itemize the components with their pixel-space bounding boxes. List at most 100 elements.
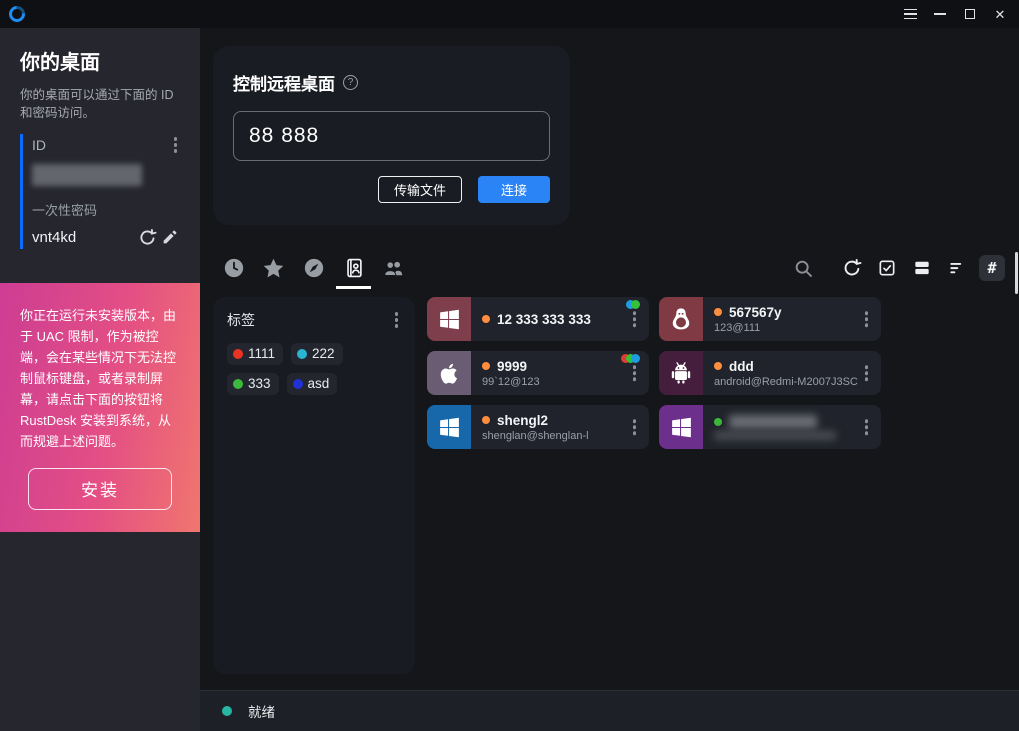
tab-address-book[interactable]: [342, 257, 365, 280]
remote-control-title: 控制远程桌面: [233, 70, 335, 95]
remote-control-card: 控制远程桌面 ? 88 888 传输文件 连接: [213, 46, 570, 225]
refresh-password-button[interactable]: [136, 227, 158, 249]
search-icon: [793, 258, 814, 279]
clock-icon: [223, 257, 245, 279]
transfer-file-button[interactable]: 传输文件: [378, 176, 462, 203]
rustdesk-window: ✕ 你的桌面 你的桌面可以通过下面的 ID 和密码访问。 ID 一次性密码 vn…: [0, 0, 1019, 731]
windows-logo-icon: [427, 405, 471, 449]
grid-view-button[interactable]: #: [979, 255, 1005, 281]
id-label: ID: [32, 137, 46, 153]
tag-chip[interactable]: asd: [287, 373, 338, 395]
sidebar-subtitle: 你的桌面可以通过下面的 ID 和密码访问。: [20, 87, 180, 122]
peer-card[interactable]: ddd android@Redmi-M2007J3SC: [659, 351, 881, 395]
hamburger-icon: [904, 9, 917, 20]
peers-grid: 12 333 333 333: [427, 297, 1006, 674]
sort-button[interactable]: [944, 255, 970, 281]
online-status-dot: [714, 362, 722, 370]
help-icon[interactable]: ?: [343, 75, 358, 90]
tag-color-dot: [293, 379, 303, 389]
peer-name-redacted: [729, 415, 817, 429]
tags-title: 标签: [227, 310, 255, 330]
minimize-icon: [934, 13, 946, 15]
android-robot-icon: [659, 351, 703, 395]
connection-status-dot: [222, 706, 232, 716]
install-button[interactable]: 安装: [28, 468, 172, 510]
peer-menu-button[interactable]: [862, 416, 872, 438]
password-label: 一次性密码: [32, 200, 180, 219]
tag-chip[interactable]: 222: [291, 343, 343, 365]
tag-color-dot: [233, 349, 243, 359]
peer-menu-button[interactable]: [630, 308, 640, 330]
menu-button[interactable]: [895, 0, 925, 28]
select-peers-button[interactable]: [874, 255, 900, 281]
tab-group[interactable]: [382, 257, 405, 280]
tag-chip[interactable]: 333: [227, 373, 279, 395]
connection-status-text: 就绪: [248, 701, 275, 721]
peer-card[interactable]: 9999 99`12@123: [427, 351, 649, 395]
windows-logo-icon: [427, 297, 471, 341]
edit-password-button[interactable]: [158, 227, 180, 249]
peer-card[interactable]: 12 333 333 333: [427, 297, 649, 341]
maximize-icon: [965, 9, 975, 19]
apple-logo-icon: [427, 351, 471, 395]
peer-menu-button[interactable]: [862, 362, 872, 384]
remote-id-input[interactable]: 88 888: [233, 111, 550, 161]
local-id-redacted: [32, 164, 142, 186]
scrollbar-thumb[interactable]: [1015, 252, 1018, 294]
online-status-dot: [714, 308, 722, 316]
sidebar: 你的桌面 你的桌面可以通过下面的 ID 和密码访问。 ID 一次性密码 vnt4…: [0, 28, 200, 731]
card-view-icon: [912, 258, 932, 278]
online-status-dot: [714, 418, 722, 426]
tags-menu-button[interactable]: [392, 309, 402, 331]
sidebar-title: 你的桌面: [20, 46, 180, 75]
connect-button[interactable]: 连接: [478, 176, 550, 203]
tag-color-dot: [233, 379, 243, 389]
tags-panel: 标签 1111 222 3: [213, 297, 415, 674]
search-button[interactable]: [790, 255, 816, 281]
pencil-icon: [161, 229, 178, 246]
compass-icon: [303, 257, 325, 279]
address-book-panel: 标签 1111 222 3: [213, 297, 1006, 674]
peer-subtitle-redacted: [714, 431, 836, 440]
tab-favorites[interactable]: [262, 257, 285, 280]
address-book-icon: [343, 257, 365, 279]
close-button[interactable]: ✕: [985, 0, 1015, 28]
rustdesk-logo-icon: [6, 3, 29, 26]
minimize-button[interactable]: [925, 0, 955, 28]
peer-card[interactable]: [659, 405, 881, 449]
online-status-dot: [482, 362, 490, 370]
linux-tux-icon: [659, 297, 703, 341]
peer-menu-button[interactable]: [630, 362, 640, 384]
sort-icon: [947, 258, 967, 278]
online-status-dot: [482, 416, 490, 424]
peer-menu-button[interactable]: [862, 308, 872, 330]
id-menu-button[interactable]: [171, 134, 181, 156]
remote-id-value: 88 888: [249, 124, 319, 148]
star-icon: [262, 257, 285, 280]
group-icon: [382, 256, 405, 280]
install-warning-banner: 你正在运行未安装版本，由于 UAC 限制，作为被控端，会在某些情况下无法控制鼠标…: [0, 283, 200, 532]
refresh-peers-button[interactable]: [839, 255, 865, 281]
close-icon: ✕: [995, 8, 1006, 21]
checkbox-icon: [877, 258, 897, 278]
one-time-password: vnt4kd: [32, 229, 136, 246]
peer-tabbar: #: [222, 251, 1005, 285]
refresh-icon: [138, 228, 157, 247]
refresh-icon: [842, 258, 862, 278]
peer-card[interactable]: 567567y 123@111: [659, 297, 881, 341]
windows-logo-icon: [659, 405, 703, 449]
main-area: 控制远程桌面 ? 88 888 传输文件 连接: [200, 28, 1019, 731]
status-bar: 就绪: [200, 690, 1019, 731]
grid-view-icon: #: [987, 259, 996, 277]
local-id-block: ID 一次性密码 vnt4kd: [20, 134, 180, 249]
peer-card[interactable]: shengl2 shenglan@shenglan-l: [427, 405, 649, 449]
tab-discovered[interactable]: [302, 257, 325, 280]
peer-menu-button[interactable]: [630, 416, 640, 438]
maximize-button[interactable]: [955, 0, 985, 28]
tag-chip[interactable]: 1111: [227, 343, 283, 365]
install-warning-text: 你正在运行未安装版本，由于 UAC 限制，作为被控端，会在某些情况下无法控制鼠标…: [20, 305, 180, 452]
card-view-button[interactable]: [909, 255, 935, 281]
tag-color-dot: [297, 349, 307, 359]
online-status-dot: [482, 315, 490, 323]
tab-recent-sessions[interactable]: [222, 257, 245, 280]
